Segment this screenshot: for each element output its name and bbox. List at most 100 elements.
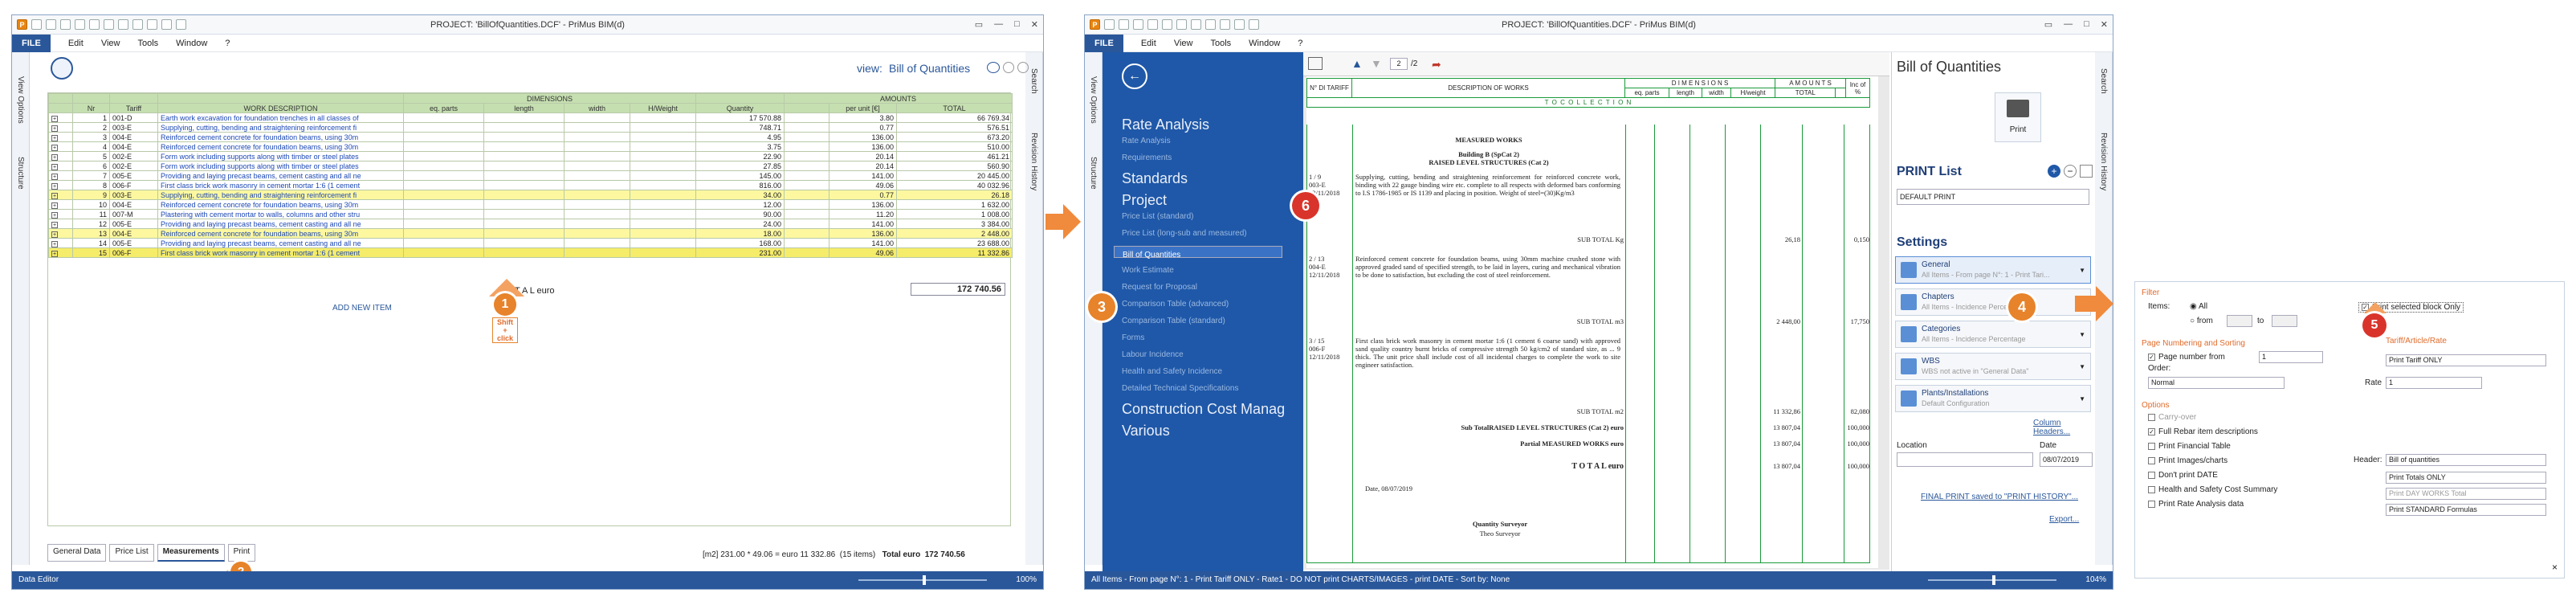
settings-row[interactable]: Chapters All Items - Incidence Percentage… <box>1895 288 2091 316</box>
search-tab[interactable]: Search <box>1029 68 1038 94</box>
backstage-item[interactable]: Comparison Table (advanced) <box>1122 300 1303 309</box>
backstage-item[interactable]: Request for Proposal <box>1122 283 1303 292</box>
print-dayworks-select[interactable]: Print DAY WORKS Total <box>2386 488 2546 500</box>
col-length[interactable]: length <box>483 103 565 113</box>
table-row[interactable]: +11 007-M Plastering with cement mortar to… <box>48 209 1013 219</box>
expand-icon[interactable]: + <box>51 163 58 170</box>
tab-measurements[interactable]: Measurements <box>157 544 225 562</box>
settings-row[interactable]: General All Items - From page N°: 1 - Pri… <box>1895 256 2091 284</box>
col-total[interactable]: TOTAL <box>896 103 1013 113</box>
print-tariff-select[interactable]: Print Tariff ONLY <box>2386 354 2546 366</box>
to-input[interactable] <box>2272 315 2297 327</box>
print-button[interactable]: Print <box>1995 92 2041 142</box>
restore-icon[interactable]: ▭ <box>975 19 983 30</box>
export-link[interactable]: Export... <box>2049 515 2079 524</box>
tab-general-data[interactable]: General Data <box>47 544 107 562</box>
option-checkbox[interactable]: Carry-over <box>2148 413 2196 422</box>
add-new-item-link[interactable]: ADD NEW ITEM <box>332 304 392 313</box>
backstage-item[interactable]: Rate Analysis <box>1122 137 1303 145</box>
menu-tools[interactable]: Tools <box>1210 39 1231 48</box>
final-print-link[interactable]: FINAL PRINT saved to "PRINT HISTORY"... <box>1921 493 2078 501</box>
expand-icon[interactable]: + <box>51 115 58 122</box>
back-arrow-icon[interactable]: ← <box>1122 63 1147 89</box>
expand-icon[interactable]: + <box>51 221 58 228</box>
page-number-input[interactable]: 1 <box>2259 351 2323 363</box>
option-checkbox[interactable]: Print Financial Table <box>2148 442 2231 451</box>
table-row[interactable]: +14 005-E Providing and laying precast bea… <box>48 238 1013 248</box>
backstage-item[interactable]: Forms <box>1122 333 1303 342</box>
search-tab[interactable]: Search <box>2099 68 2108 94</box>
globe-icon[interactable] <box>1003 62 1014 73</box>
table-row[interactable]: +8 006-F First class brick work masonry in… <box>48 180 1013 190</box>
table-row[interactable]: +2 003-E Supplying, cutting, bending and s… <box>48 122 1013 133</box>
zoom-slider[interactable] <box>1928 575 2056 585</box>
expand-icon[interactable]: + <box>51 211 58 219</box>
col-desc[interactable]: WORK DESCRIPTION <box>157 103 404 113</box>
backstage-section-title[interactable]: Rate Analysis <box>1122 117 1303 133</box>
dialog-close-icon[interactable]: × <box>2552 562 2558 573</box>
table-row[interactable]: +3 004-E Reinforced cement concrete for fo… <box>48 132 1013 142</box>
backstage-section-title[interactable]: Various <box>1122 423 1303 440</box>
settings-row[interactable]: Plants/Installations Default Configuratio… <box>1895 385 2091 412</box>
from-input[interactable] <box>2227 315 2252 327</box>
header-select[interactable]: Bill of quantities <box>2386 454 2546 466</box>
menu-view[interactable]: View <box>101 39 120 48</box>
backstage-item[interactable]: Comparison Table (standard) <box>1122 317 1303 325</box>
order-select[interactable]: Normal <box>2148 377 2285 389</box>
expand-icon[interactable]: + <box>51 231 58 238</box>
close-icon[interactable]: ✕ <box>2101 19 2108 30</box>
rate-select[interactable]: 1 <box>2386 377 2482 389</box>
expand-icon[interactable]: + <box>51 202 58 209</box>
backstage-item[interactable]: Detailed Technical Specifications <box>1122 384 1303 393</box>
expand-icon[interactable]: + <box>51 173 58 180</box>
page-down-icon[interactable]: ▼ <box>1371 57 1382 70</box>
maximize-icon[interactable]: □ <box>1014 19 1020 30</box>
option-checkbox[interactable]: Print Images/charts <box>2148 456 2228 465</box>
table-row[interactable]: +10 004-E Reinforced cement concrete for f… <box>48 199 1013 210</box>
col-nr[interactable]: Nr <box>72 103 110 113</box>
page-current-input[interactable]: 2 <box>1390 58 1408 70</box>
expand-icon[interactable]: + <box>51 153 58 161</box>
col-tariff[interactable]: Tariff <box>109 103 158 113</box>
revision-history-tab[interactable]: Revision History <box>1029 133 1038 190</box>
table-row[interactable]: +1 001-D Earth work excavation for foundat… <box>48 112 1013 123</box>
backstage-section-title[interactable]: Project <box>1122 192 1303 209</box>
chevron-down-icon[interactable]: ▼ <box>2079 267 2085 274</box>
option-checkbox[interactable]: Health and Safety Cost Summary <box>2148 485 2277 494</box>
print-list-save-icon[interactable] <box>2080 165 2093 178</box>
export-icon[interactable]: ➦ <box>1432 58 1441 72</box>
print-list-select[interactable]: DEFAULT PRINT <box>1897 189 2089 205</box>
expand-icon[interactable]: + <box>51 144 58 151</box>
backstage-item[interactable]: Requirements <box>1122 153 1303 162</box>
table-row[interactable]: +5 002-E Form work including supports alon… <box>48 151 1013 161</box>
menu-help[interactable]: ? <box>225 39 230 48</box>
page-up-icon[interactable]: ▲ <box>1351 57 1363 70</box>
backstage-item[interactable]: Price List (standard) <box>1122 212 1303 221</box>
col-eq[interactable]: eq. parts <box>403 103 484 113</box>
chevron-down-icon[interactable]: ▼ <box>2079 363 2085 370</box>
minimize-icon[interactable]: — <box>994 19 1003 30</box>
restore-icon[interactable]: ▭ <box>2044 19 2052 30</box>
view-options-tab[interactable]: View Options <box>16 76 25 124</box>
zoom-slider[interactable] <box>858 575 987 585</box>
structure-tab[interactable]: Structure <box>1089 157 1098 190</box>
backstage-item[interactable]: Health and Safety Incidence <box>1122 367 1303 376</box>
page-number-from-checkbox[interactable]: ✓ Page number from <box>2148 353 2225 362</box>
tab-price-list[interactable]: Price List <box>109 544 154 562</box>
table-row[interactable]: +9 003-E Supplying, cutting, bending and s… <box>48 190 1013 200</box>
menu-file[interactable]: FILE <box>12 34 51 52</box>
menu-file[interactable]: FILE <box>1085 34 1123 52</box>
book-icon[interactable] <box>51 57 73 80</box>
menu-tools[interactable]: Tools <box>137 39 158 48</box>
table-row[interactable]: +13 004-E Reinforced cement concrete for f… <box>48 228 1013 239</box>
menu-view[interactable]: View <box>1174 39 1193 48</box>
view-options-tab[interactable]: View Options <box>1089 76 1098 124</box>
chevron-down-icon[interactable]: ▼ <box>2079 395 2085 403</box>
column-headers-link[interactable]: Column Headers... <box>2033 419 2095 436</box>
table-row[interactable]: +4 004-E Reinforced cement concrete for fo… <box>48 141 1013 152</box>
print-totals-select[interactable]: Print Totals ONLY <box>2386 472 2546 484</box>
menu-window[interactable]: Window <box>1249 39 1280 48</box>
location-input[interactable] <box>1897 452 2033 467</box>
settings-row[interactable]: Categories All Items - Incidence Percenta… <box>1895 321 2091 348</box>
eye-icon[interactable] <box>987 62 1000 73</box>
